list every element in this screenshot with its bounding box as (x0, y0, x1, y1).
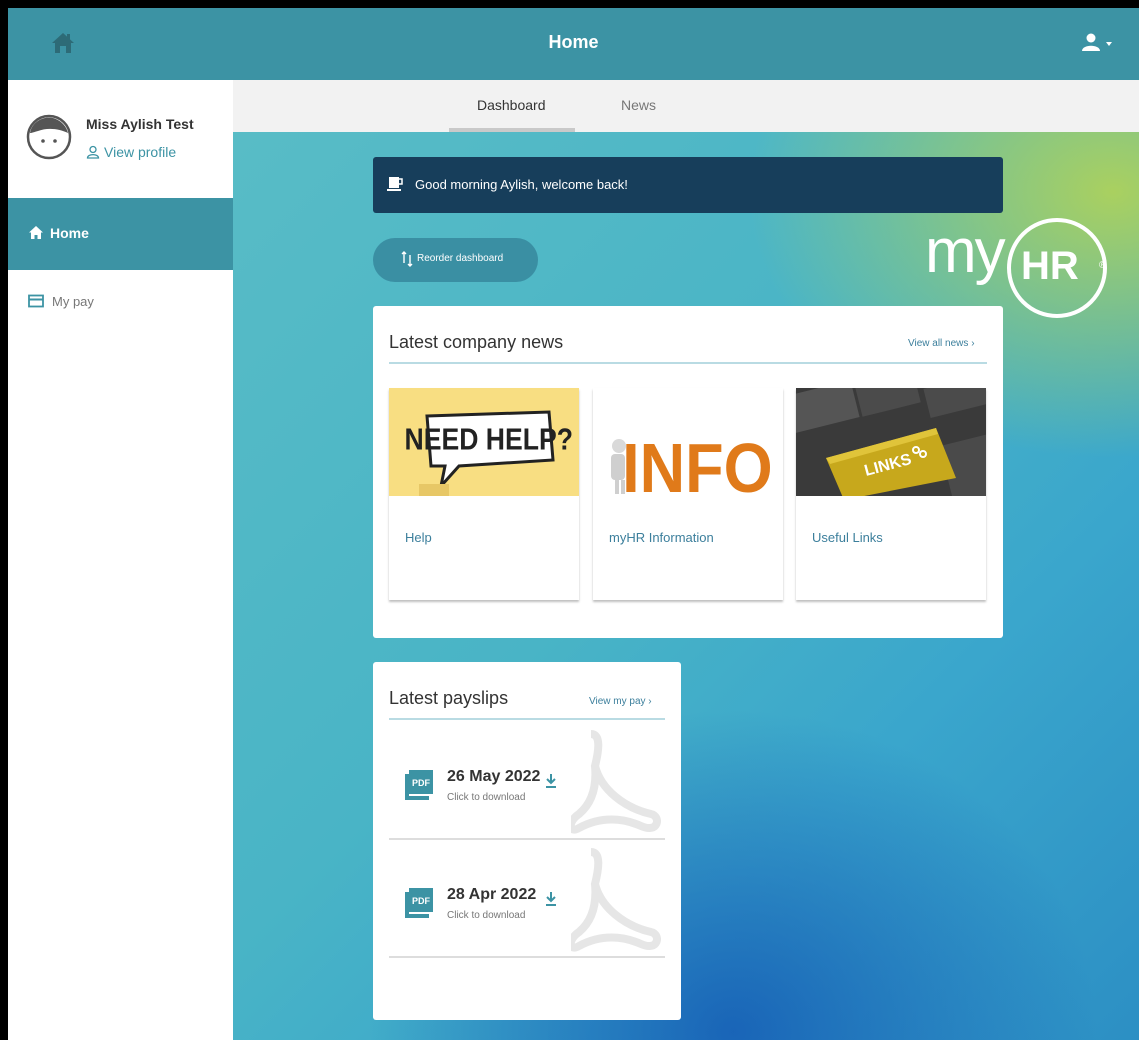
user-icon (1082, 33, 1112, 51)
news-image-links: LINKS (796, 388, 986, 496)
chevron-right-icon: › (971, 338, 975, 349)
view-profile-label: View profile (104, 144, 177, 160)
profile-name: Miss Aylish Test (86, 116, 194, 132)
info-image-text: INFO (622, 430, 772, 496)
news-item-label: Useful Links (812, 530, 883, 545)
pdf-watermark-icon (571, 848, 661, 952)
avatar (26, 114, 72, 160)
pdf-badge-text: PDF (412, 778, 431, 788)
pdf-badge-text: PDF (412, 896, 431, 906)
need-help-image-text: NEED HELP? (405, 423, 573, 457)
news-item-help[interactable]: NEED HELP? Help (389, 388, 579, 600)
logo-registered-mark: ® (1099, 260, 1107, 271)
download-icon[interactable] (545, 774, 557, 793)
reorder-dashboard-button[interactable]: Reorder dashboard (373, 238, 538, 282)
profile-section: Miss Aylish Test View profile (8, 80, 233, 198)
news-item-myhr-information[interactable]: INFO myHR Information (593, 388, 783, 600)
view-all-news-link[interactable]: View all news › (908, 338, 975, 349)
payslip-item[interactable]: PDF 28 Apr 2022 Click to download (389, 842, 665, 958)
dashboard-main: Good morning Aylish, welcome back! Reord… (233, 132, 1139, 1040)
card-icon (28, 294, 44, 313)
greeting-banner: Good morning Aylish, welcome back! (373, 157, 1003, 213)
chevron-right-icon: › (648, 696, 652, 707)
user-outline-icon (86, 145, 100, 159)
tab-dashboard[interactable]: Dashboard (477, 97, 546, 113)
sidebar-item-label: Home (50, 225, 89, 241)
download-icon[interactable] (545, 892, 557, 911)
pdf-file-icon: PDF (405, 888, 437, 923)
card-divider (389, 718, 665, 720)
app-frame: Home Miss Aylish Test View profile Home … (8, 8, 1139, 1040)
sidebar-item-home[interactable]: Home (8, 198, 233, 270)
view-profile-link[interactable]: View profile (86, 144, 176, 160)
tab-bar: Dashboard News (233, 80, 1139, 132)
pdf-file-icon: PDF (405, 770, 437, 805)
payslip-download-hint: Click to download (447, 910, 526, 921)
page-title: Home (548, 32, 599, 52)
sidebar-item-my-pay[interactable]: My pay (8, 284, 233, 320)
coffee-cup-icon (387, 176, 403, 197)
payslip-date: 28 Apr 2022 (447, 886, 537, 903)
news-item-label: Help (405, 530, 432, 545)
latest-payslips-card: Latest payslips View my pay › PDF 26 May… (373, 662, 681, 1020)
logo-my-text: my (925, 217, 1006, 286)
logo-hr-text: HR (1021, 244, 1079, 288)
company-news-card: Latest company news View all news › NEED… (373, 306, 1003, 638)
sidebar-item-label: My pay (52, 294, 94, 309)
sidebar: Miss Aylish Test View profile Home My pa… (8, 80, 234, 1040)
sort-arrows-icon (401, 251, 413, 272)
payslips-card-title: Latest payslips (389, 688, 509, 708)
news-image-info: INFO (593, 388, 783, 496)
reorder-dashboard-label: Reorder dashboard (417, 253, 504, 264)
news-card-title: Latest company news (389, 332, 564, 352)
news-image-need-help: NEED HELP? (389, 388, 579, 496)
pdf-watermark-icon (571, 730, 661, 834)
payslip-item[interactable]: PDF 26 May 2022 Click to download (389, 724, 665, 840)
greeting-text: Good morning Aylish, welcome back! (415, 177, 628, 192)
view-all-news-label: View all news (908, 338, 969, 349)
payslip-download-hint: Click to download (447, 792, 526, 803)
payslip-date: 26 May 2022 (447, 768, 541, 785)
view-my-pay-label: View my pay (589, 696, 646, 707)
news-item-label: myHR Information (609, 530, 714, 545)
view-my-pay-link[interactable]: View my pay › (589, 696, 652, 707)
news-item-useful-links[interactable]: LINKS Useful Links (796, 388, 986, 600)
top-bar: Home (8, 8, 1139, 80)
card-divider (389, 362, 987, 364)
home-icon (28, 225, 44, 245)
tab-news[interactable]: News (621, 97, 656, 113)
user-menu-button[interactable] (1079, 32, 1119, 54)
